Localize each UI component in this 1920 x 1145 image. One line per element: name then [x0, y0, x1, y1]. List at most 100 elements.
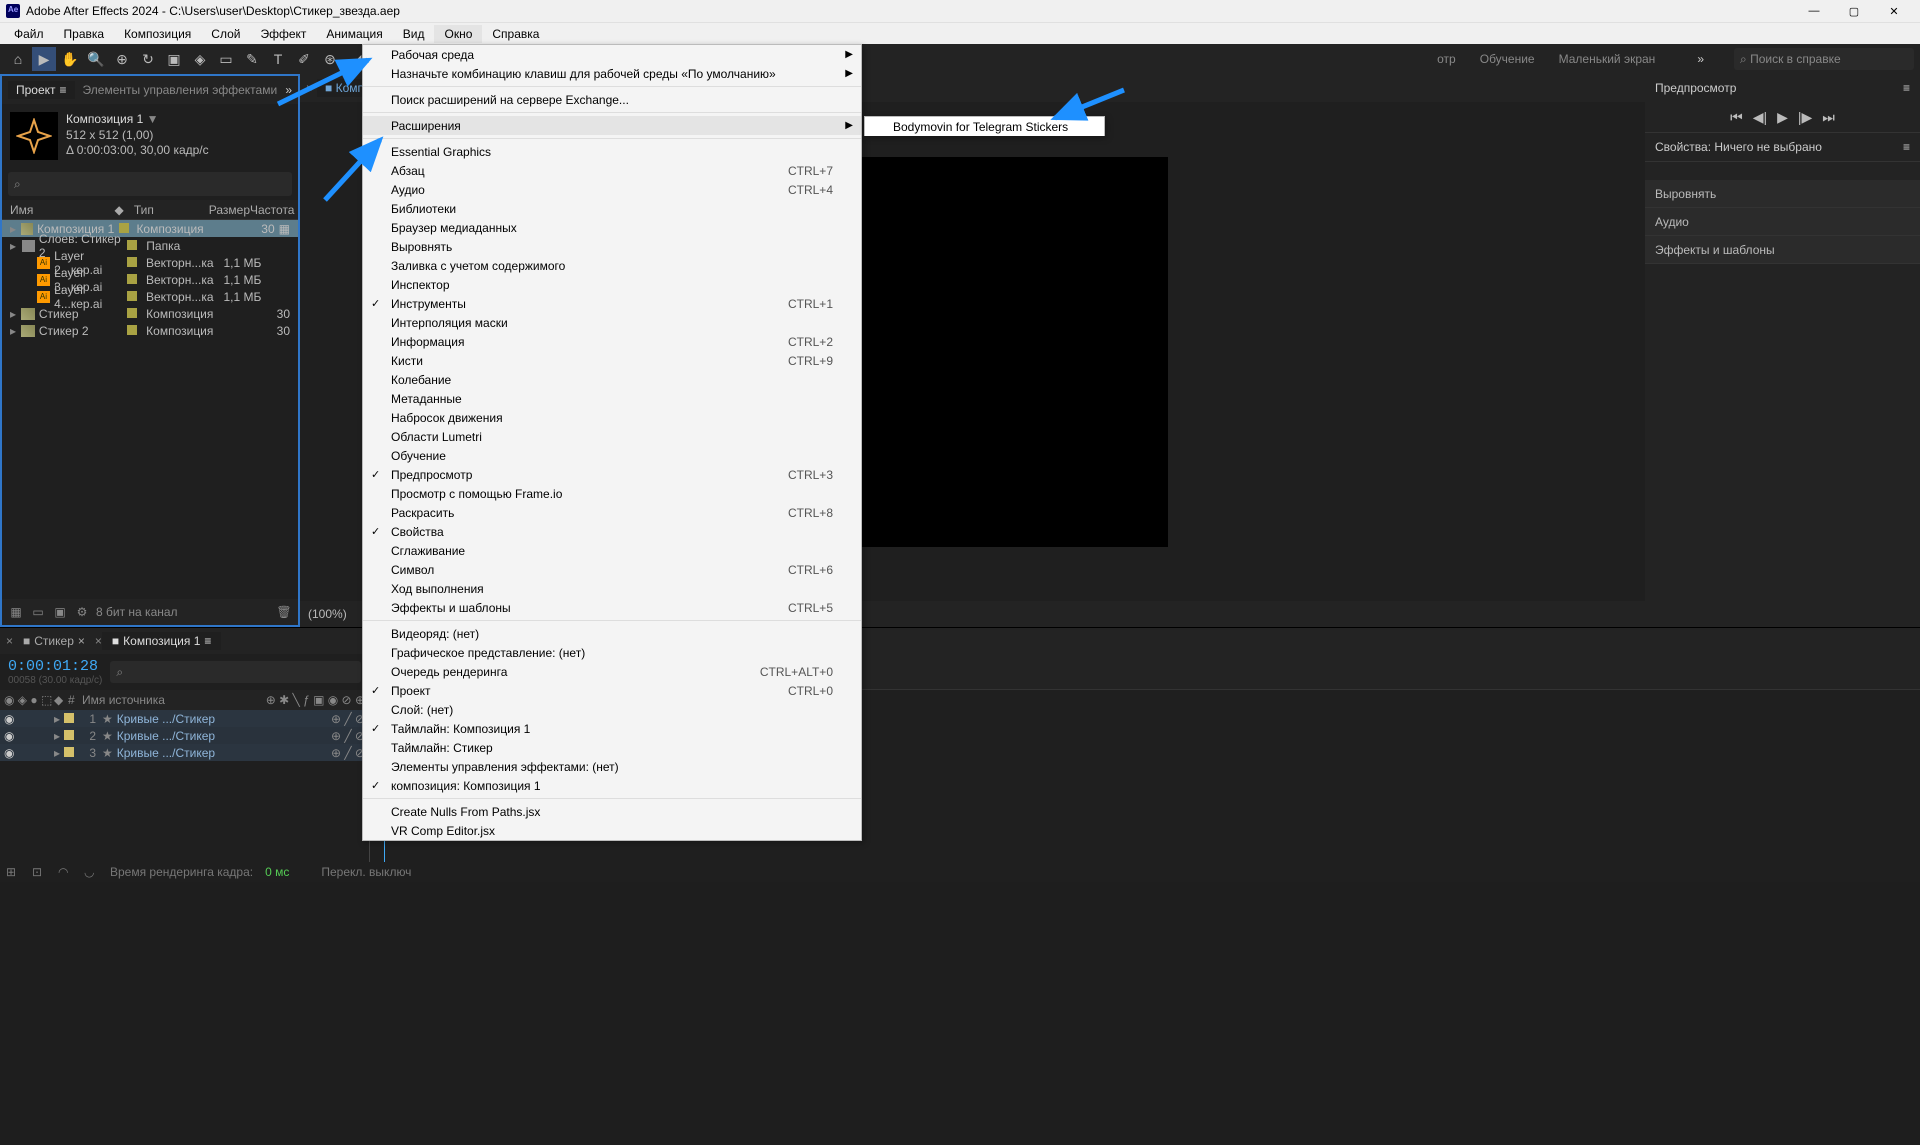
submenu-item-bodymovin[interactable]: Bodymovin for Telegram Stickers [865, 117, 1104, 136]
menu-item[interactable]: VR Comp Editor.jsx [363, 821, 861, 840]
menu-item[interactable]: ✓ПроектCTRL+0 [363, 681, 861, 700]
menu-file[interactable]: Файл [4, 25, 54, 43]
prev-frame-icon[interactable]: ◀| [1753, 109, 1767, 126]
camera-tool-icon[interactable]: ▣ [162, 47, 186, 71]
menu-item[interactable]: Элементы управления эффектами: (нет) [363, 757, 861, 776]
minimize-button[interactable]: — [1794, 0, 1834, 22]
menu-item[interactable]: Эффекты и шаблоныCTRL+5 [363, 598, 861, 617]
menu-item[interactable]: Выровнять [363, 237, 861, 256]
menu-item[interactable]: Графическое представление: (нет) [363, 643, 861, 662]
menu-item[interactable]: Поиск расширений на сервере Exchange... [363, 90, 861, 109]
workspace-tab[interactable]: Маленький экран [1559, 52, 1656, 66]
rotate-tool-icon[interactable]: ↻ [136, 47, 160, 71]
menu-item[interactable]: ✓ПредпросмотрCTRL+3 [363, 465, 861, 484]
menu-item[interactable]: АбзацCTRL+7 [363, 161, 861, 180]
menu-item[interactable]: ✓Таймлайн: Композиция 1 [363, 719, 861, 738]
maximize-button[interactable]: ▢ [1834, 0, 1874, 22]
menu-item[interactable]: Просмотр с помощью Frame.io [363, 484, 861, 503]
brush-tool-icon[interactable]: ✐ [292, 47, 316, 71]
menu-edit[interactable]: Правка [54, 25, 115, 43]
workspace-tab[interactable]: отр [1437, 52, 1456, 66]
col-source[interactable]: Имя источника [82, 693, 165, 707]
graph-icon[interactable]: ◡ [84, 865, 98, 879]
selection-tool-icon[interactable]: ▶ [32, 47, 56, 71]
menu-item[interactable]: Таймлайн: Стикер [363, 738, 861, 757]
menu-item[interactable]: Инспектор [363, 275, 861, 294]
menu-item[interactable]: Набросок движения [363, 408, 861, 427]
panel-menu-icon[interactable]: ≡ [1903, 81, 1910, 95]
project-search-input[interactable]: ⌕ [8, 172, 292, 196]
timeline-layer-row[interactable]: ◉▸2★Кривые .../Стикер⊕ ╱ ⊘ [0, 727, 369, 744]
panel-menu-icon[interactable]: ≡ [204, 634, 211, 648]
help-search-input[interactable]: ⌕ Поиск в справке [1734, 48, 1914, 70]
timecode[interactable]: 0:00:01:28 [8, 658, 102, 675]
zoom-tool-icon[interactable]: 🔍 [84, 47, 108, 71]
text-tool-icon[interactable]: T [266, 47, 290, 71]
menu-view[interactable]: Вид [393, 25, 435, 43]
menu-item[interactable]: Essential Graphics [363, 142, 861, 161]
timeline-search-input[interactable]: ⌕ [110, 661, 361, 683]
menu-item[interactable]: Видеоряд: (нет) [363, 624, 861, 643]
panel-align[interactable]: Выровнять [1645, 180, 1920, 208]
menu-item[interactable]: Метаданные [363, 389, 861, 408]
menu-item[interactable]: Очередь рендерингаCTRL+ALT+0 [363, 662, 861, 681]
workspace-tab[interactable]: Обучение [1480, 52, 1535, 66]
project-row[interactable]: ▸Слоев: Стикер 2Папка [2, 237, 298, 254]
close-tab-icon[interactable]: × [78, 634, 85, 648]
menu-item[interactable]: Ход выполнения [363, 579, 861, 598]
panel-menu-icon[interactable]: ≡ [1903, 140, 1910, 154]
hand-tool-icon[interactable]: ✋ [58, 47, 82, 71]
menu-item[interactable]: Интерполяция маски [363, 313, 861, 332]
shape-tool-icon[interactable]: ▭ [214, 47, 238, 71]
project-row[interactable]: ▸Стикер 2Композиция30 [2, 322, 298, 339]
menu-item[interactable]: Create Nulls From Paths.jsx [363, 802, 861, 821]
tab-effect-controls[interactable]: Элементы управления эффектами [83, 83, 286, 97]
menu-animation[interactable]: Анимация [316, 25, 392, 43]
new-comp-icon[interactable]: ▣ [52, 604, 68, 620]
panel-preview[interactable]: Предпросмотр [1655, 81, 1736, 95]
menu-effect[interactable]: Эффект [250, 25, 316, 43]
timeline-layer-row[interactable]: ◉▸3★Кривые .../Стикер⊕ ╱ ⊘ [0, 744, 369, 761]
settings-icon[interactable]: ⚙ [74, 604, 90, 620]
col-label[interactable]: ◆ [115, 203, 134, 217]
interpret-footage-icon[interactable]: ▦ [8, 604, 24, 620]
menu-item[interactable]: РаскраситьCTRL+8 [363, 503, 861, 522]
project-row[interactable]: AiLayer 2...кер.aiВекторн...ка1,1 МБ [2, 254, 298, 271]
menu-item[interactable]: ✓композиция: Композиция 1 [363, 776, 861, 795]
snap-icon[interactable]: ⊞ [6, 865, 20, 879]
menu-composition[interactable]: Композиция [114, 25, 201, 43]
menu-item[interactable]: Рабочая среда▶ [363, 45, 861, 64]
menu-item[interactable]: ✓ИнструментыCTRL+1 [363, 294, 861, 313]
menu-item[interactable]: Сглаживание [363, 541, 861, 560]
col-type[interactable]: Тип [134, 203, 202, 217]
col-name[interactable]: Имя [10, 203, 115, 217]
project-row[interactable]: AiLayer 4...кер.aiВекторн...ка1,1 МБ [2, 288, 298, 305]
pen-tool-icon[interactable]: ✎ [240, 47, 264, 71]
panel-audio[interactable]: Аудио [1645, 208, 1920, 236]
new-folder-icon[interactable]: ▭ [30, 604, 46, 620]
color-depth[interactable]: 8 бит на канал [96, 605, 178, 619]
menu-help[interactable]: Справка [482, 25, 549, 43]
menu-item[interactable]: Назначьте комбинацию клавиш для рабочей … [363, 64, 861, 83]
home-icon[interactable]: ⌂ [6, 47, 30, 71]
zoom-level[interactable]: (100%) [308, 607, 347, 621]
col-size[interactable]: Размер [202, 203, 250, 217]
panel-properties[interactable]: Свойства: Ничего не выбрано [1655, 140, 1822, 154]
menu-item[interactable]: Обучение [363, 446, 861, 465]
workspace-more-icon[interactable]: » [1697, 52, 1704, 66]
timeline-tab[interactable]: ■ Композиция 1 ≡ [102, 632, 222, 650]
play-icon[interactable]: ▶ [1777, 109, 1788, 126]
toggle-icon[interactable]: ⊡ [32, 865, 46, 879]
menu-item[interactable]: Расширения▶ [363, 116, 861, 135]
first-frame-icon[interactable]: ⏮ [1730, 109, 1743, 126]
menu-layer[interactable]: Слой [201, 25, 250, 43]
orbit-tool-icon[interactable]: ⊕ [110, 47, 134, 71]
next-frame-icon[interactable]: |▶ [1798, 109, 1812, 126]
menu-item[interactable]: Области Lumetri [363, 427, 861, 446]
tab-project[interactable]: Проект≡ [8, 81, 75, 99]
trash-icon[interactable]: 🗑 [276, 604, 292, 620]
menu-item[interactable]: Библиотеки [363, 199, 861, 218]
timeline-layer-row[interactable]: ◉▸1★Кривые .../Стикер⊕ ╱ ⊘ [0, 710, 369, 727]
tabs-overflow-icon[interactable]: » [285, 83, 292, 97]
menu-item[interactable]: СимволCTRL+6 [363, 560, 861, 579]
